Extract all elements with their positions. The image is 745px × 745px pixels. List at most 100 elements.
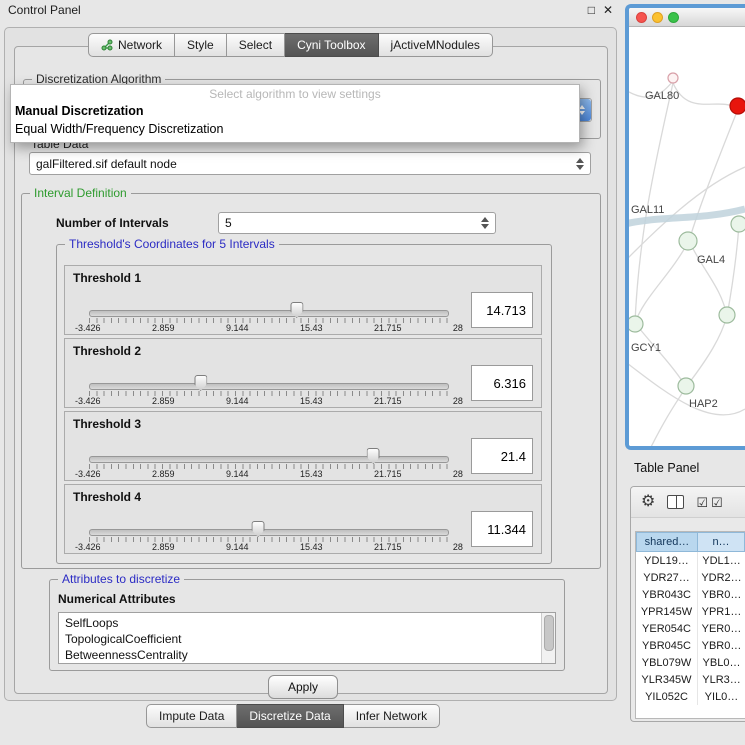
slider-scale: -3.426 2.859 9.144 15.43 21.715 28 (75, 469, 463, 479)
scale-tick-label: 21.715 (374, 542, 402, 552)
table-data-combobox[interactable]: galFiltered.sif default node (29, 152, 591, 175)
dropdown-option-manual-discretization[interactable]: Manual Discretization (11, 102, 579, 120)
table-cell[interactable]: YIL0… (698, 688, 745, 705)
cyni-bottom-tabs: Impute Data Discretize Data Infer Networ… (146, 704, 440, 728)
table-panel-window: ⚙ ☑ ☑ shared… n… YDL19…YDL1… YDR27…YDR2…… (630, 486, 745, 722)
tab-style[interactable]: Style (175, 33, 227, 57)
scale-tick-label: 9.144 (226, 469, 249, 479)
threshold-value-field[interactable]: 14.713 (471, 292, 533, 328)
tab-infer-network[interactable]: Infer Network (344, 704, 440, 728)
network-node[interactable] (731, 216, 745, 232)
table-cell[interactable]: YER054C (636, 620, 698, 637)
scale-tick-label: 2.859 (152, 469, 175, 479)
table-cell[interactable]: YBL079W (636, 654, 698, 671)
threshold-value-field[interactable]: 21.4 (471, 438, 533, 474)
scale-tick-label: 15.43 (300, 542, 323, 552)
tab-label: Infer Network (356, 709, 427, 723)
table-cell[interactable]: YDR27… (636, 569, 698, 586)
network-node-hap2[interactable] (678, 378, 694, 394)
network-node-gal4[interactable] (679, 232, 697, 250)
node-label-gcy1: GCY1 (631, 342, 661, 354)
scrollbar-thumb[interactable] (544, 615, 554, 651)
threshold-label: Threshold 3 (73, 417, 141, 431)
minimize-traffic-light-icon[interactable] (652, 12, 663, 23)
list-item[interactable]: TopologicalCoefficient (59, 631, 555, 647)
table-cell[interactable]: YIL052C (636, 688, 698, 705)
table-cell[interactable]: YDR2… (698, 569, 745, 586)
close-traffic-light-icon[interactable] (636, 12, 647, 23)
slider-scale: -3.426 2.859 9.144 15.43 21.715 28 (75, 323, 463, 333)
network-node-gcy1[interactable] (629, 316, 643, 332)
table-cell[interactable]: YDL1… (698, 552, 745, 569)
network-canvas[interactable]: GAL80 GAL11 GAL4 GCY1 HAP2 (629, 27, 745, 450)
table-row[interactable]: YBR045CYBR0… (636, 637, 745, 654)
scale-tick-label: 9.144 (226, 396, 249, 406)
column-header-name[interactable]: n… (698, 532, 745, 552)
slider-track[interactable] (89, 529, 449, 536)
table-cell[interactable]: YDL19… (636, 552, 698, 569)
table-cell[interactable]: YLR3… (698, 671, 745, 688)
number-of-intervals-combobox[interactable]: 5 (218, 212, 496, 234)
interval-definition-title: Interval Definition (30, 186, 131, 200)
table-cell[interactable]: YLR345W (636, 671, 698, 688)
table-cell[interactable]: YBR0… (698, 586, 745, 603)
network-view-window[interactable]: GAL80 GAL11 GAL4 GCY1 HAP2 (625, 4, 745, 450)
attributes-listbox: SelfLoops TopologicalCoefficient Between… (58, 612, 556, 664)
table-cell[interactable]: YBL0… (698, 654, 745, 671)
threshold-value-field[interactable]: 11.344 (471, 511, 533, 547)
network-icon (101, 39, 113, 51)
column-header-shared-name[interactable]: shared… (636, 532, 698, 552)
table-cell[interactable]: YPR1… (698, 603, 745, 620)
slider-track[interactable] (89, 383, 449, 390)
tab-label: Cyni Toolbox (297, 38, 365, 52)
table-row[interactable]: YDR27…YDR2… (636, 569, 745, 586)
tab-network[interactable]: Network (88, 33, 175, 57)
list-item[interactable]: BetweennessCentrality (59, 647, 555, 663)
table-row[interactable]: YLR345WYLR3… (636, 671, 745, 688)
threshold-label: Threshold 1 (73, 271, 141, 285)
table-row[interactable]: YBL079WYBL0… (636, 654, 745, 671)
tab-cyni-toolbox[interactable]: Cyni Toolbox (285, 33, 378, 57)
stepper-icon[interactable] (576, 158, 584, 170)
tab-jactivemodules[interactable]: jActiveMNodules (379, 33, 493, 57)
table-row[interactable]: YIL052CYIL0… (636, 688, 745, 705)
stepper-icon[interactable] (481, 217, 489, 229)
scale-tick-label: 28 (453, 323, 463, 333)
checkbox-icon[interactable]: ☑ (711, 496, 723, 509)
table-cell[interactable]: YBR043C (636, 586, 698, 603)
columns-icon[interactable] (667, 495, 684, 509)
slider-track[interactable] (89, 456, 449, 463)
table-cell[interactable]: YBR045C (636, 637, 698, 654)
dropdown-option-equal-width-frequency[interactable]: Equal Width/Frequency Discretization (11, 120, 579, 138)
apply-button[interactable]: Apply (268, 675, 338, 699)
checkbox-icon[interactable]: ☑ (696, 496, 708, 509)
network-node[interactable] (719, 307, 735, 323)
table-cell[interactable]: YPR145W (636, 603, 698, 620)
close-window-icon[interactable]: ✕ (603, 3, 613, 17)
float-window-icon[interactable]: □ (588, 3, 595, 17)
slider-track[interactable] (89, 310, 449, 317)
table-cell[interactable]: YER0… (698, 620, 745, 637)
selected-network-node[interactable] (730, 98, 745, 114)
control-panel-title: Control Panel (8, 3, 81, 17)
tab-discretize-data[interactable]: Discretize Data (237, 704, 343, 728)
tab-impute-data[interactable]: Impute Data (146, 704, 237, 728)
threshold-value-field[interactable]: 6.316 (471, 365, 533, 401)
table-cell[interactable]: YBR0… (698, 637, 745, 654)
threshold-panel: Threshold 1 -3.426 2.859 9.144 15.43 21.… (64, 265, 542, 335)
table-row[interactable]: YBR043CYBR0… (636, 586, 745, 603)
tab-select[interactable]: Select (227, 33, 285, 57)
scale-tick-label: 21.715 (374, 396, 402, 406)
threshold-label: Threshold 4 (73, 490, 141, 504)
scrollbar[interactable] (541, 613, 555, 663)
number-of-intervals-value: 5 (225, 216, 232, 230)
interval-definition-group: Interval Definition Number of Intervals … (21, 193, 601, 569)
network-node[interactable] (668, 73, 678, 83)
scale-tick-label: -3.426 (75, 469, 101, 479)
table-row[interactable]: YPR145WYPR1… (636, 603, 745, 620)
table-row[interactable]: YER054CYER0… (636, 620, 745, 637)
list-item[interactable]: SelfLoops (59, 613, 555, 631)
table-row[interactable]: YDL19…YDL1… (636, 552, 745, 569)
zoom-traffic-light-icon[interactable] (668, 12, 679, 23)
gear-icon[interactable]: ⚙ (641, 494, 655, 510)
